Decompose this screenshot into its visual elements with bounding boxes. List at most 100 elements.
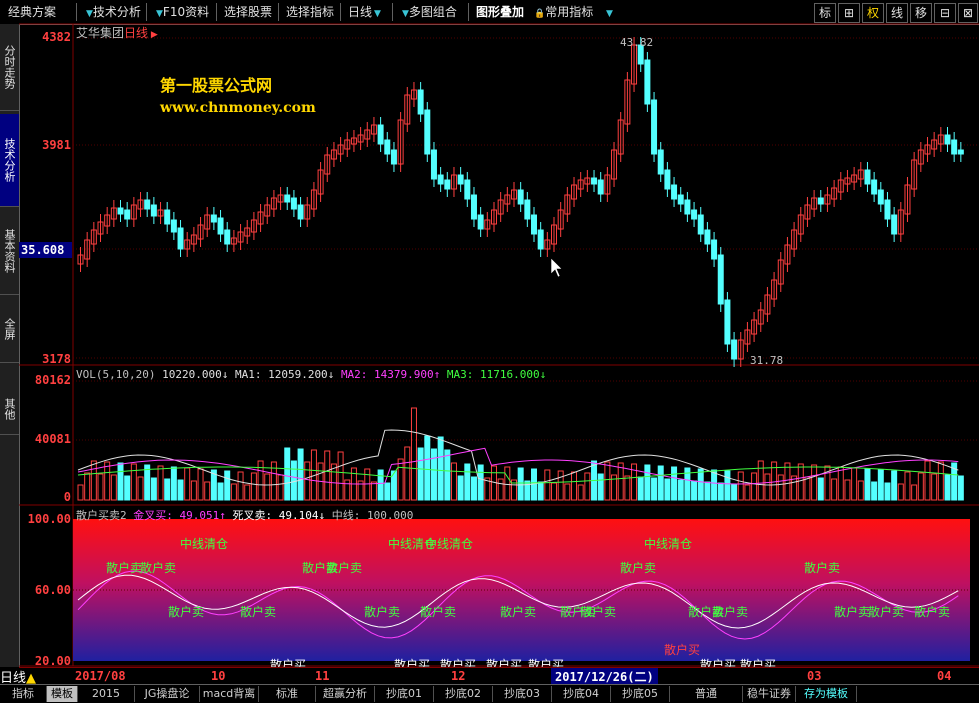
volume-bar bbox=[804, 476, 811, 501]
volume-bar bbox=[851, 467, 858, 501]
volume-bar bbox=[584, 472, 591, 501]
volume-bar bbox=[437, 436, 444, 501]
tab-super[interactable]: 超赢分析 bbox=[316, 686, 375, 702]
tab-bottom04[interactable]: 抄底04 bbox=[552, 686, 611, 702]
tab-bottom01[interactable]: 抄底01 bbox=[375, 686, 434, 702]
volume-bar bbox=[137, 476, 144, 501]
candle-body bbox=[170, 219, 177, 233]
volume-bar bbox=[84, 472, 91, 501]
tab-normal[interactable]: 普通 bbox=[670, 686, 743, 702]
volume-bar bbox=[170, 466, 177, 501]
dropdown-arrow-icon: ▼ bbox=[86, 9, 93, 19]
volume-bar bbox=[337, 451, 344, 501]
candle-body bbox=[210, 214, 217, 223]
volume-bar bbox=[797, 463, 804, 501]
tab-indicator[interactable]: 指标 bbox=[0, 686, 47, 702]
candle-body bbox=[657, 149, 664, 175]
osc-label-clear: 中线清仓 bbox=[644, 536, 692, 551]
volume-bar bbox=[831, 478, 838, 501]
volume-bar bbox=[410, 407, 417, 501]
watermark-url: www.chnmoney.com bbox=[160, 100, 316, 116]
volume-bar bbox=[884, 482, 891, 501]
dropdown-arrow-icon: ▼ bbox=[402, 9, 409, 19]
volume-bar bbox=[737, 471, 744, 501]
date-label-10: 10 bbox=[211, 669, 226, 683]
volume-bar bbox=[624, 475, 631, 501]
toolbar-line-button[interactable]: 线 bbox=[886, 3, 908, 23]
volume-bar bbox=[877, 469, 884, 501]
menu-common-indicators-arrow[interactable]: ▼ bbox=[600, 2, 617, 22]
candle-body bbox=[691, 209, 698, 220]
menu-overlay[interactable]: 图形叠加 bbox=[472, 2, 528, 22]
menu-technical-analysis[interactable]: ▼技术分析 bbox=[80, 2, 145, 22]
candle-body bbox=[457, 174, 464, 185]
volume-bar bbox=[657, 465, 664, 501]
volume-bar bbox=[604, 461, 611, 501]
tab-save-template[interactable]: 存为模板 bbox=[796, 686, 857, 702]
osc-label-sell: 散户卖 bbox=[500, 604, 536, 619]
toolbar-zoom-button[interactable]: ⊟ bbox=[934, 3, 956, 23]
volume-bar bbox=[264, 473, 271, 501]
volume-bar bbox=[424, 435, 431, 501]
volume-bar bbox=[911, 484, 918, 501]
volume-bar bbox=[564, 483, 571, 501]
volume-bar bbox=[751, 472, 758, 501]
toolbar-mark-button[interactable]: 标 bbox=[814, 3, 836, 23]
chart-canvas[interactable]: 中线清仓 中线清仓中线清仓 中线清仓散户卖散户卖散户卖 散户卖散户卖散户卖散户卖 散户卖… bbox=[0, 0, 979, 702]
menu-multi-chart[interactable]: ▼多图组合 bbox=[396, 2, 461, 22]
menu-f10[interactable]: ▼F10资料 bbox=[150, 2, 213, 22]
osc-label-sell: 散户卖 bbox=[326, 560, 362, 575]
volume-bar bbox=[444, 449, 451, 501]
candle-body bbox=[424, 109, 431, 155]
volume-bar bbox=[557, 470, 564, 501]
menu-classic-scheme[interactable]: 经典方案 bbox=[4, 2, 60, 22]
period-indicator[interactable]: 日线▲ bbox=[0, 667, 70, 686]
menu-select-stock[interactable]: 选择股票 bbox=[220, 2, 276, 22]
volume-bar bbox=[77, 484, 84, 501]
osc-label-clear: 中线清仓 bbox=[425, 536, 473, 551]
tab-template[interactable]: 模板 bbox=[47, 686, 78, 702]
volume-bar bbox=[284, 447, 291, 501]
toolbar-move-button[interactable]: 移 bbox=[910, 3, 932, 23]
volume-bar bbox=[204, 481, 211, 501]
volume-bar bbox=[117, 462, 124, 501]
volume-bar bbox=[904, 471, 911, 501]
toolbar-grid-button[interactable]: ⊞ bbox=[838, 3, 860, 23]
volume-bar bbox=[417, 447, 424, 501]
volume-bar bbox=[397, 458, 404, 501]
candle-body bbox=[524, 199, 531, 220]
volume-bar bbox=[344, 479, 351, 501]
candle-body bbox=[704, 229, 711, 245]
tab-bottom03[interactable]: 抄底03 bbox=[493, 686, 552, 702]
candle-body bbox=[150, 204, 157, 217]
volume-bar bbox=[164, 478, 171, 501]
toolbar-rights-button[interactable]: 权 bbox=[862, 3, 884, 23]
menu-daily[interactable]: 日线 ▼ bbox=[344, 2, 385, 22]
tab-macd[interactable]: macd背离 bbox=[200, 686, 259, 702]
tab-standard[interactable]: 标准 bbox=[259, 686, 316, 702]
volume-bar bbox=[217, 482, 224, 501]
tab-wenniu[interactable]: 稳牛证券 bbox=[743, 686, 796, 702]
tab-bottom02[interactable]: 抄底02 bbox=[434, 686, 493, 702]
date-label-11: 11 bbox=[315, 669, 330, 683]
tab-jg[interactable]: JG操盘论 bbox=[135, 686, 200, 702]
volume-bar bbox=[937, 461, 944, 501]
tab-bottom05[interactable]: 抄底05 bbox=[611, 686, 670, 702]
menu-select-indicator[interactable]: 选择指标 bbox=[282, 2, 338, 22]
volume-bar bbox=[384, 482, 391, 501]
volume-bar bbox=[871, 481, 878, 501]
menu-common-indicators[interactable]: 🔒常用指标 bbox=[528, 2, 597, 22]
volume-bar bbox=[504, 466, 511, 501]
volume-bar bbox=[470, 476, 477, 501]
volume-bar bbox=[224, 470, 231, 501]
tab-2015[interactable]: 2015 bbox=[78, 686, 135, 702]
volume-bar bbox=[724, 470, 731, 501]
osc-mid: 中线: 100.000 bbox=[331, 509, 414, 522]
volume-bar bbox=[250, 472, 257, 501]
volume-bar bbox=[697, 468, 704, 501]
candle-body bbox=[957, 149, 964, 155]
toolbar-window-button[interactable]: ⊠ bbox=[958, 3, 978, 23]
volume-bar bbox=[430, 448, 437, 501]
volume-bar bbox=[237, 471, 244, 501]
volume-bar bbox=[644, 464, 651, 501]
